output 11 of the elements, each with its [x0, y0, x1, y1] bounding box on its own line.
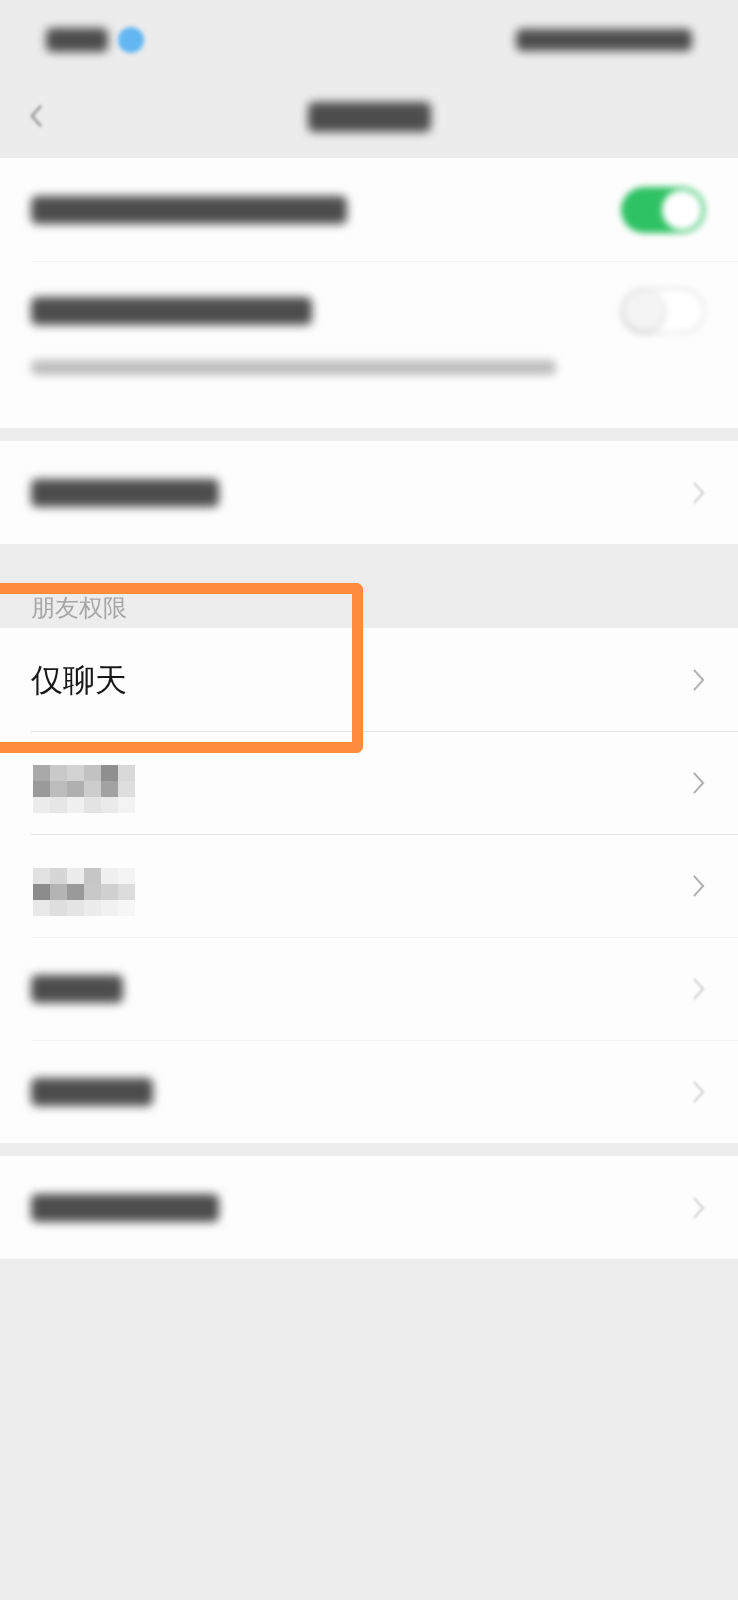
chevron-icon [692, 976, 705, 1001]
section-header: 朋友权限 [31, 596, 127, 620]
chevron-icon [692, 480, 705, 505]
chevron-icon [692, 770, 705, 795]
chevron-icon [692, 1079, 705, 1104]
chevron-icon [692, 1195, 705, 1220]
chevron-icon [692, 873, 705, 898]
chevron-icon [692, 667, 705, 692]
back-icon[interactable] [30, 104, 43, 128]
blurred-dot-icon [118, 27, 144, 53]
toggle-switch[interactable] [621, 186, 705, 233]
